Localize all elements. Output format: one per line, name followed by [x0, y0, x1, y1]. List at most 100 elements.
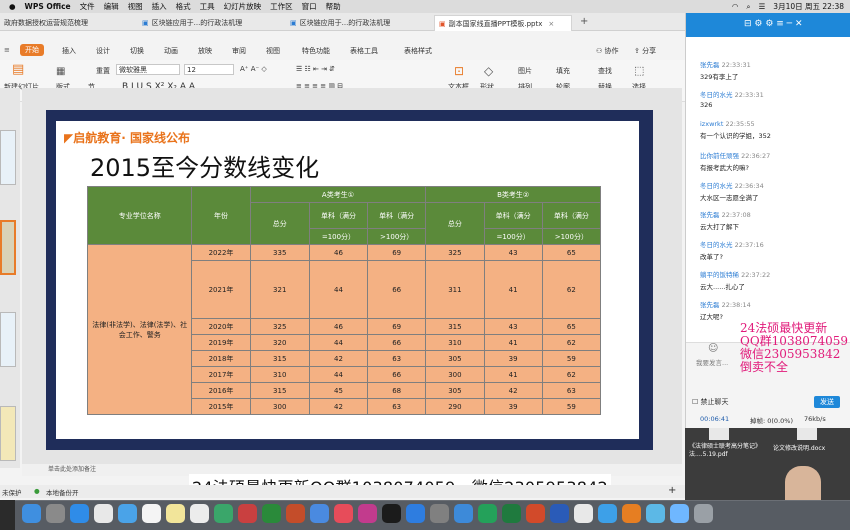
menu-format[interactable]: 格式 — [176, 1, 191, 12]
menu-help[interactable]: 帮助 — [326, 1, 341, 12]
tab-design[interactable]: 设计 — [96, 46, 110, 56]
tab-table-tools[interactable]: 表格工具 — [350, 46, 378, 56]
close-tab-icon[interactable]: × — [548, 20, 554, 28]
protect-status[interactable]: 未保护 — [2, 487, 22, 497]
tab-table-style[interactable]: 表格样式 — [404, 46, 432, 56]
menu-slideshow[interactable]: 幻灯片放映 — [224, 1, 262, 12]
chat-toolbar-icons[interactable]: ⊟ ⚙ ⚙ ≡ ─ ✕ — [744, 19, 802, 29]
chat-time: 22:33:31 — [721, 61, 751, 69]
desktop-file-docx[interactable]: 论文修改说明.docx — [773, 443, 849, 452]
menu-view[interactable]: 视图 — [128, 1, 143, 12]
podcasts-icon[interactable] — [358, 504, 377, 523]
doc-tab-active[interactable]: ▣ 副本国家线直播PPT模板.pptx × — [434, 15, 572, 31]
shape-icon[interactable]: ◇ — [484, 64, 493, 78]
facetime-icon[interactable] — [214, 504, 233, 523]
search-icon[interactable]: ⌕ — [746, 2, 750, 12]
cell: 305 — [425, 382, 485, 399]
menu-insert[interactable]: 插入 — [152, 1, 167, 12]
find-button[interactable]: 查找 — [598, 66, 612, 76]
zoom-in-icon[interactable]: + — [668, 485, 676, 496]
numbers-icon[interactable] — [262, 504, 281, 523]
new-slide-icon[interactable]: ▤ — [12, 62, 24, 77]
list-icons[interactable]: ☰ ☷ ⇤ ⇥ ⇵ — [296, 65, 335, 73]
tab-home[interactable]: 开始 — [20, 44, 44, 56]
textbox-icon[interactable]: ⊡ — [454, 64, 464, 78]
reminders-icon[interactable] — [190, 504, 209, 523]
send-button[interactable]: 发送 — [814, 396, 840, 408]
settings-icon[interactable] — [430, 504, 449, 523]
picture-button[interactable]: 图片 — [518, 66, 532, 76]
wifi-icon[interactable]: ◠ — [732, 2, 739, 11]
wps-icon[interactable] — [454, 504, 473, 523]
mute-checkbox[interactable]: ☐ 禁止聊天 — [692, 397, 729, 407]
score-table[interactable]: 专业学位名称 年份 A类考生① B类考生② 总分 单科（满分 单科（满分 总分 … — [86, 186, 602, 415]
doc-tab[interactable]: ▣ 区块链应用于...的行政法机理 — [138, 15, 276, 31]
trash-icon[interactable] — [694, 504, 713, 523]
tab-insert[interactable]: 插入 — [62, 46, 76, 56]
slide-thumbnail[interactable] — [0, 312, 16, 367]
pages-icon[interactable] — [310, 504, 329, 523]
backup-status[interactable]: 本地备份开 — [46, 487, 79, 497]
menu-window[interactable]: 窗口 — [302, 1, 317, 12]
docx-file-icon[interactable] — [797, 428, 817, 440]
tab-slideshow[interactable]: 放映 — [198, 46, 212, 56]
font-size-select[interactable]: 12 — [184, 64, 234, 75]
control-center-icon[interactable]: ☰ — [759, 2, 766, 11]
photo-booth-icon[interactable] — [238, 504, 257, 523]
app-menu[interactable]: WPS Office — [25, 2, 71, 11]
slide-thumbnail[interactable] — [0, 130, 16, 185]
apple-menu[interactable]: ● — [9, 2, 16, 11]
notes-icon[interactable] — [166, 504, 185, 523]
mail-icon[interactable] — [118, 504, 137, 523]
desktop-file-pdf[interactable]: 《法律硕士联考高分笔记》法....5.19.pdf — [689, 443, 771, 459]
chrome-icon[interactable] — [94, 504, 113, 523]
folder-icon[interactable] — [670, 504, 689, 523]
new-tab-icon[interactable]: + — [580, 16, 588, 27]
finder-icon[interactable] — [22, 504, 41, 523]
chat-input[interactable]: 我要发言... — [696, 357, 728, 367]
slide-thumbnail-selected[interactable] — [0, 220, 16, 275]
live-app-icon[interactable] — [622, 504, 641, 523]
preview-icon[interactable] — [574, 504, 593, 523]
cloud-app-icon[interactable] — [646, 504, 665, 523]
cell: 325 — [249, 318, 310, 335]
share-button[interactable]: ⇪ 分享 — [634, 46, 656, 56]
tab-special[interactable]: 特色功能 — [302, 46, 330, 56]
menu-edit[interactable]: 编辑 — [104, 1, 119, 12]
app-store-icon[interactable] — [406, 504, 425, 523]
tab-view[interactable]: 视图 — [266, 46, 280, 56]
calendar-icon[interactable] — [142, 504, 161, 523]
tab-transition[interactable]: 切换 — [130, 46, 144, 56]
keynote-icon[interactable] — [286, 504, 305, 523]
slide-title[interactable]: 2015至今分数线变化 — [90, 148, 319, 183]
excel-icon[interactable] — [502, 504, 521, 523]
music-icon[interactable] — [334, 504, 353, 523]
menubar-clock[interactable]: 3月10日 周五 22:38 — [773, 1, 844, 12]
pdf-file-icon[interactable] — [709, 428, 729, 440]
powerpoint-icon[interactable] — [526, 504, 545, 523]
collab-button[interactable]: ⚇ 协作 — [596, 46, 619, 56]
font-name-select[interactable]: 微软雅黑 — [116, 64, 180, 75]
menu-hamburger-icon[interactable]: ≡ — [4, 46, 10, 54]
layout-icon[interactable]: ▦ — [56, 66, 65, 77]
emoji-icon[interactable]: ☺ — [708, 343, 718, 354]
tv-icon[interactable] — [382, 504, 401, 523]
doc-tab[interactable]: ▣ 区块链应用于...的行政法机理 — [286, 15, 424, 31]
select-icon[interactable]: ⬚ — [634, 64, 644, 77]
fill-button[interactable]: 填充 — [556, 66, 570, 76]
launchpad-icon[interactable] — [46, 504, 65, 523]
tab-animation[interactable]: 动画 — [164, 46, 178, 56]
menu-file[interactable]: 文件 — [80, 1, 95, 12]
word-icon[interactable] — [550, 504, 569, 523]
qq-icon[interactable] — [598, 504, 617, 523]
wechat-icon[interactable] — [478, 504, 497, 523]
reset-button[interactable]: 重置 — [96, 66, 110, 76]
slide-thumbnail-panel[interactable] — [0, 88, 20, 468]
doc-tab[interactable]: 政府数据授权运营规范梳理 — [0, 15, 130, 31]
safari-icon[interactable] — [70, 504, 89, 523]
slide-thumbnail[interactable] — [0, 406, 16, 461]
menu-tools[interactable]: 工具 — [200, 1, 215, 12]
menu-workspace[interactable]: 工作区 — [270, 1, 293, 12]
font-grow-icon[interactable]: A⁺ A⁻ ◇ — [240, 65, 267, 73]
tab-review[interactable]: 审阅 — [232, 46, 246, 56]
